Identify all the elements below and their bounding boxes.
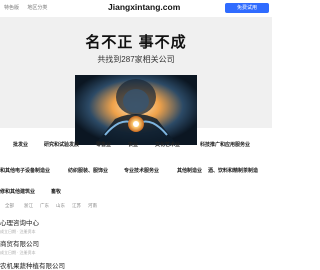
hero-illustration xyxy=(75,75,197,145)
category-item[interactable]: 修和其他建筑业 xyxy=(0,188,35,195)
filter-tab[interactable]: 河南 xyxy=(88,203,97,209)
top-link-regions[interactable]: 地区分类 xyxy=(27,5,47,11)
company-meta: 成立日期 · 注册资本 xyxy=(0,250,36,255)
top-link-featured[interactable]: 特色版 xyxy=(4,5,19,11)
list-item[interactable]: 心理咨询中心 成立日期 · 注册资本 xyxy=(0,217,272,235)
list-item[interactable]: 商贸有限公司 成立日期 · 注册资本 xyxy=(0,238,272,256)
category-item[interactable]: 其他制造业 xyxy=(177,167,202,174)
filter-tab[interactable]: 浙江 xyxy=(24,203,33,209)
filter-tab[interactable]: 广东 xyxy=(40,203,49,209)
company-name[interactable]: 农机果蔬种植有限公司 xyxy=(0,260,272,270)
filter-tab[interactable]: 江苏 xyxy=(72,203,81,209)
category-item[interactable]: 纺织服装、服饰业 xyxy=(68,167,108,174)
company-meta: 成立日期 · 注册资本 xyxy=(0,229,36,234)
category-item[interactable]: 和其他电子设备制造业 xyxy=(0,167,50,174)
hero-section: 名不正 事不成 共找到287家相关公司 xyxy=(0,17,272,145)
company-name[interactable]: 商贸有限公司 xyxy=(0,238,272,248)
category-item[interactable]: 科技推广和应用服务业 xyxy=(200,141,250,148)
category-item[interactable]: 酒、饮料和精制茶制造 xyxy=(208,167,258,174)
category-row: 批发业 研究和试验发展 零售业 农业 文化艺术业 科技推广和应用服务业 xyxy=(0,141,272,153)
site-title[interactable]: Jiangxintang.com xyxy=(108,2,180,12)
list-item[interactable]: 农机果蔬种植有限公司 xyxy=(0,260,272,270)
top-bar: 特色版 地区分类 Jiangxintang.com 免费试用 xyxy=(0,0,272,18)
filter-tab[interactable]: 山东 xyxy=(56,203,65,209)
category-item[interactable]: 专业技术服务业 xyxy=(124,167,159,174)
filter-tab[interactable]: 全部 xyxy=(5,203,14,209)
category-item[interactable]: 文化艺术业 xyxy=(155,141,180,148)
category-item[interactable]: 农业 xyxy=(128,141,138,148)
company-name[interactable]: 心理咨询中心 xyxy=(0,217,272,227)
hero-subline: 共找到287家相关公司 xyxy=(97,55,175,64)
hero-headline: 名不正 事不成 xyxy=(85,34,187,51)
category-row: 修和其他建筑业 畜牧 xyxy=(0,188,272,200)
category-item[interactable]: 畜牧 xyxy=(51,188,61,195)
category-item[interactable]: 零售业 xyxy=(96,141,111,148)
category-item[interactable]: 批发业 xyxy=(13,141,28,148)
category-row: 和其他电子设备制造业 纺织服装、服饰业 专业技术服务业 其他制造业 酒、饮料和精… xyxy=(0,167,272,179)
category-item[interactable]: 研究和试验发展 xyxy=(44,141,79,148)
free-trial-button[interactable]: 免费试用 xyxy=(225,3,269,13)
region-filter-bar: 全部 浙江 广东 山东 江苏 河南 xyxy=(0,203,272,213)
top-links: 特色版 地区分类 xyxy=(4,4,54,11)
